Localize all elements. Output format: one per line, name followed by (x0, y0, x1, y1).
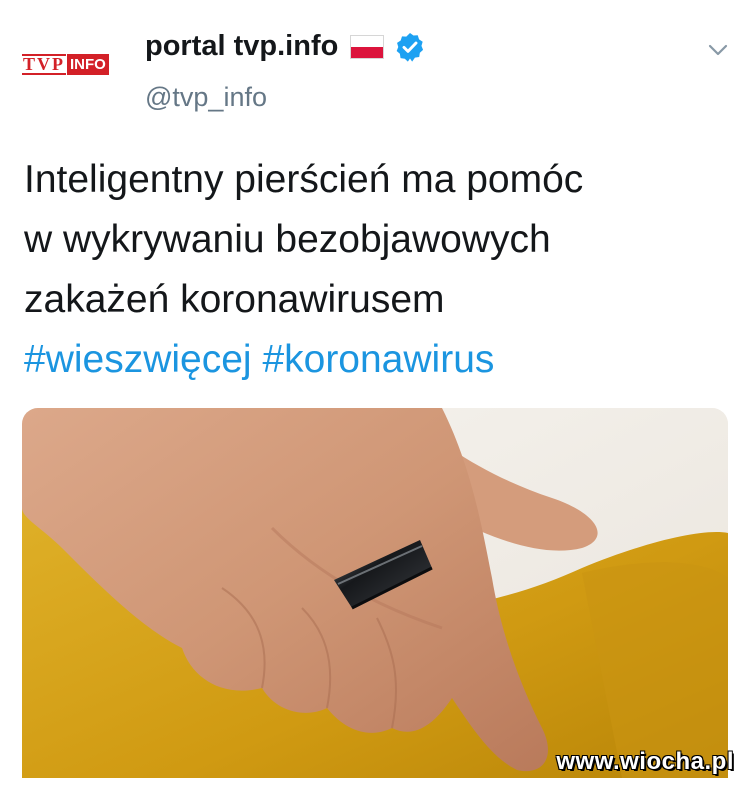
name-row: portal tvp.info (145, 30, 426, 63)
watermark: www.wiocha.pl (556, 748, 734, 775)
ring-hand-photo (22, 408, 728, 778)
poland-flag-icon (350, 34, 385, 59)
tweet-text-line: w wykrywaniu bezobjawowych (24, 218, 551, 261)
tweet-text-line: zakażeń koronawirusem (24, 278, 445, 321)
tweet-text-line: Inteligentny pierścień ma pomóc (24, 158, 584, 201)
avatar-logo-right: INFO (67, 53, 109, 75)
user-handle[interactable]: @tvp_info (145, 82, 267, 113)
tweet-text: Inteligentny pierścień ma pomóc w wykryw… (24, 150, 724, 390)
hashtag-link[interactable]: #koronawirus (262, 338, 494, 381)
chevron-down-icon[interactable] (706, 38, 730, 62)
avatar-logo-left: TVP (22, 53, 66, 75)
hashtag-link[interactable]: #wieszwięcej (24, 338, 252, 381)
tweet-header: TVP INFO portal tvp.info @tvp_info (0, 0, 750, 130)
tweet-media-image[interactable] (22, 408, 728, 778)
display-name[interactable]: portal tvp.info (145, 30, 338, 63)
hashtag-row: #wieszwięcej #koronawirus (24, 330, 724, 390)
verified-badge-icon (396, 32, 424, 62)
avatar[interactable]: TVP INFO (22, 52, 120, 76)
